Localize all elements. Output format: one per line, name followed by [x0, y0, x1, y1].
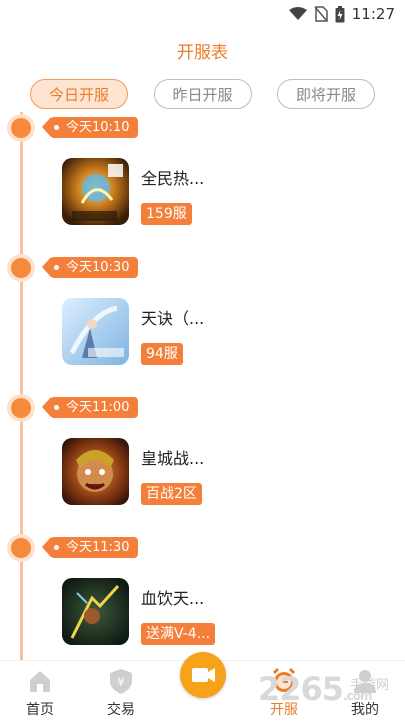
video-button[interactable] — [180, 652, 226, 698]
nav-item-trade[interactable]: ¥ 交易 — [86, 661, 156, 721]
server-entry[interactable]: 今天10:30 天诀（... 94服 — [0, 252, 405, 392]
nav-label: 首页 — [26, 702, 54, 718]
nav-label: 交易 — [107, 702, 135, 718]
open-time-tag: 今天10:30 — [41, 257, 139, 278]
home-icon — [30, 671, 50, 692]
page-title: 开服表 — [177, 43, 228, 63]
game-icon[interactable] — [62, 298, 129, 365]
server-badge: 送满V-4... — [141, 623, 216, 645]
tab-yesterday[interactable]: 昨日开服 — [153, 79, 252, 109]
game-icon[interactable] — [62, 438, 129, 505]
tab-today[interactable]: 今日开服 — [30, 79, 128, 109]
status-bar: 11:27 — [0, 0, 405, 30]
game-name[interactable]: 天诀（... — [141, 305, 204, 329]
server-badge: 百战2区 — [141, 483, 202, 505]
svg-text:¥: ¥ — [117, 675, 125, 689]
server-badge: 94服 — [141, 343, 183, 365]
game-icon[interactable] — [62, 578, 129, 645]
video-camera-icon — [192, 668, 215, 682]
day-tabs: 今日开服 昨日开服 即将开服 — [30, 79, 375, 111]
timeline-dot — [11, 398, 31, 418]
nav-item-home[interactable]: 首页 — [5, 661, 75, 721]
open-time-tag: 今天11:30 — [41, 537, 139, 558]
open-time-tag: 今天11:00 — [41, 397, 139, 418]
tab-upcoming[interactable]: 即将开服 — [277, 79, 375, 109]
timeline-dot — [11, 118, 31, 138]
game-name[interactable]: 血饮天... — [141, 585, 204, 609]
game-name[interactable]: 皇城战... — [141, 445, 204, 469]
status-time: 11:27 — [351, 5, 395, 23]
timeline-dot — [11, 538, 31, 558]
no-sim-icon — [314, 6, 328, 22]
status-icons: 11:27 — [288, 5, 395, 23]
wifi-icon — [288, 7, 307, 20]
watermark-sub: 手游网 — [350, 678, 390, 693]
game-name[interactable]: 全民热... — [141, 165, 204, 189]
watermark-main: 2265 — [258, 670, 344, 708]
trade-shield-icon: ¥ — [110, 669, 132, 694]
server-entry[interactable]: 今天11:30 血饮天... 送满V-4... — [0, 532, 405, 672]
battery-charging-icon — [335, 5, 345, 22]
server-badge: 159服 — [141, 203, 192, 225]
server-entry[interactable]: 今天10:10 全民热... 159服 — [0, 112, 405, 252]
game-icon[interactable] — [62, 158, 129, 225]
timeline-dot — [11, 258, 31, 278]
server-entry[interactable]: 今天11:00 皇城战... 百战2区 — [0, 392, 405, 532]
open-time-tag: 今天10:10 — [41, 117, 139, 138]
